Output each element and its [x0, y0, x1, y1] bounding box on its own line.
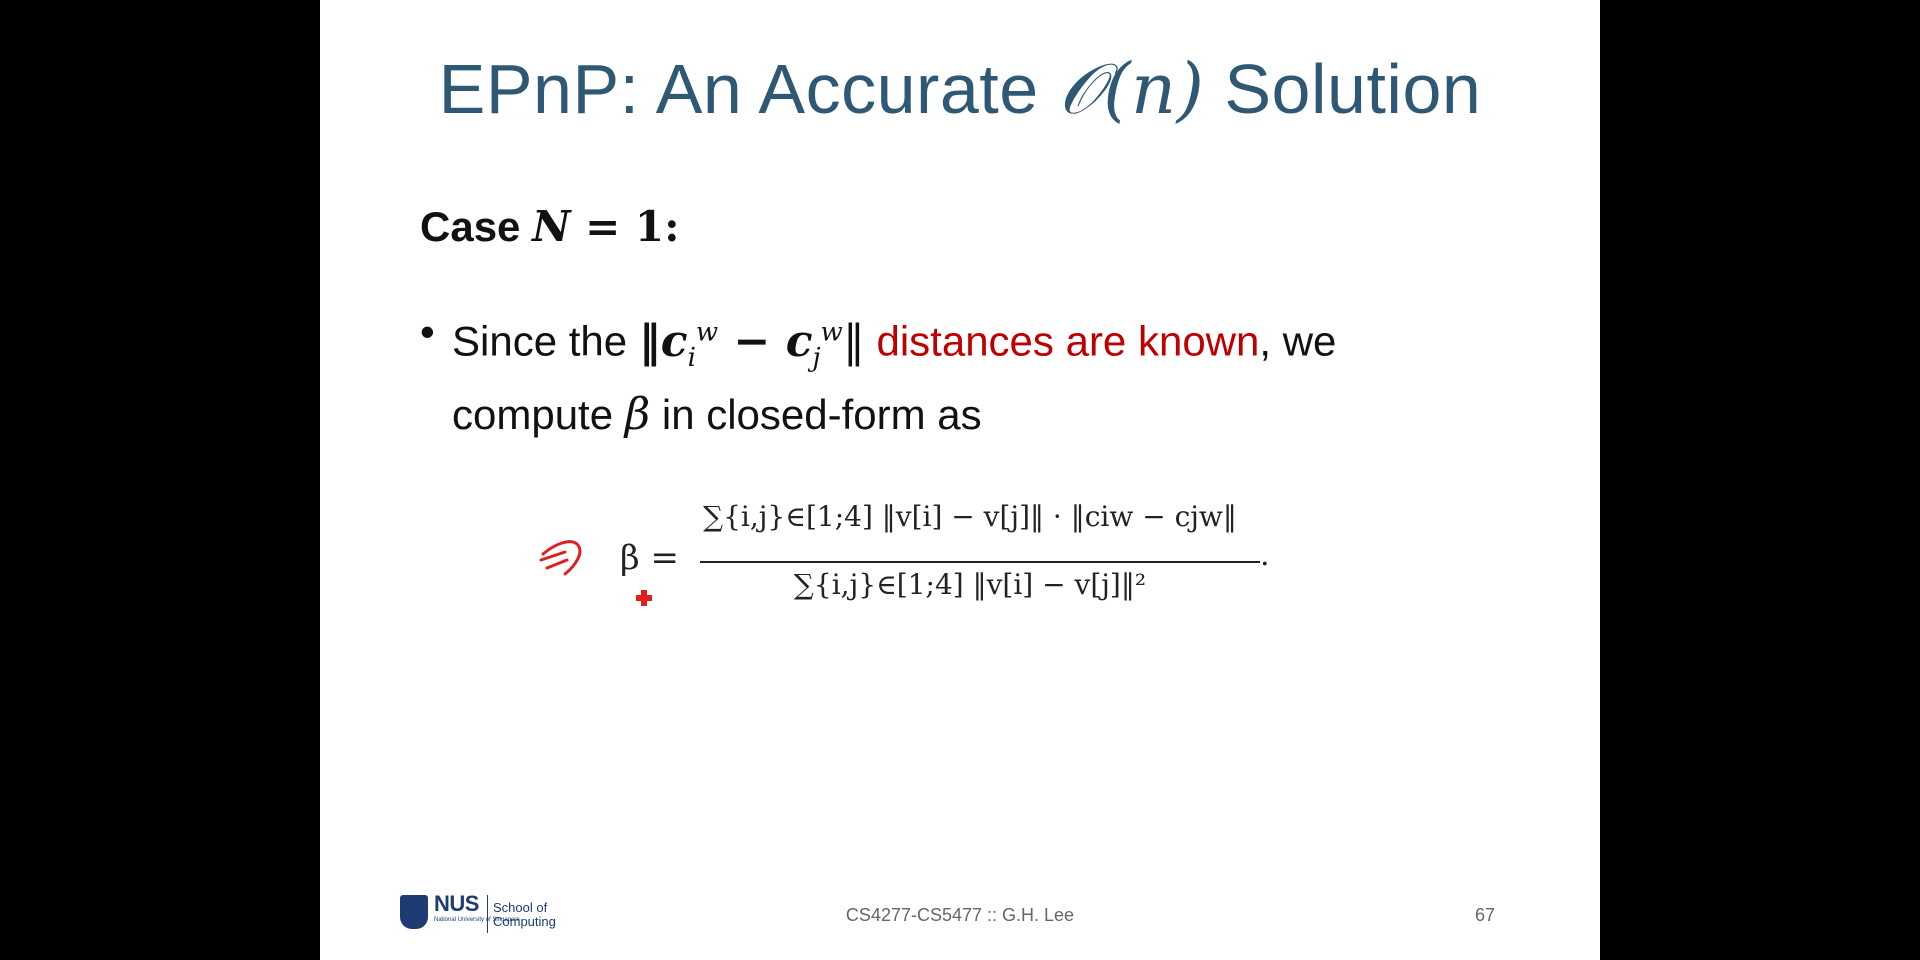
case-math-rest: = 1: [570, 202, 680, 251]
title-math: 𝒪(𝑛) [1058, 48, 1205, 130]
norm-sub-i: i [687, 342, 696, 373]
bullet-text-end: in closed-form as [650, 391, 982, 439]
case-label: Case [420, 203, 533, 250]
beta-symbol: β [624, 389, 651, 441]
bullet-text-before: Since the [452, 317, 639, 365]
norm-sup-w1: w [695, 317, 719, 347]
title-suffix: Solution [1204, 50, 1482, 128]
formula-period: . [1260, 538, 1270, 573]
slide: EPnP: An Accurate 𝒪(𝑛) Solution Case N =… [320, 0, 1600, 960]
bullet-dot: • [420, 308, 435, 355]
title-prefix: EPnP: An Accurate [438, 50, 1059, 128]
formula-denominator: ∑{i,j}∈[1;4] ‖v[i] − v[j]‖² [793, 568, 1147, 601]
norm-open: ‖c [638, 315, 688, 367]
fraction-bar [700, 561, 1260, 563]
red-cross-cursor-icon [636, 590, 652, 606]
beta-formula: β = ∑{i,j}∈[1;4] ‖v[i] − v[j]‖ · ‖ciw − … [620, 500, 1320, 640]
red-hand-drawn-arrow-icon [539, 540, 582, 576]
highlight-text: distances are known [876, 317, 1260, 365]
norm-sup-w2: w [820, 317, 843, 347]
slide-title: EPnP: An Accurate 𝒪(𝑛) Solution [320, 48, 1600, 131]
formula-numerator: ∑{i,j}∈[1;4] ‖v[i] − v[j]‖ · ‖ciw − cjw‖ [703, 500, 1237, 533]
norm-minus: − c [718, 315, 813, 367]
case-math: N = 1: [532, 202, 680, 251]
norm-sub-j: j [812, 342, 821, 373]
formula-lhs: β = [620, 538, 679, 578]
norm-expression: ‖ciw − cjw‖ [638, 315, 865, 373]
norm-close: ‖ [842, 315, 865, 367]
footer-course: CS4277-CS5477 :: G.H. Lee [845, 905, 1075, 925]
page-number: 67 [1475, 905, 1496, 925]
bullet-text: Since the ‖ciw − cjw‖ distances are know… [452, 303, 1492, 444]
case-heading: Case N = 1: [420, 202, 680, 251]
case-math-var: N [532, 202, 571, 251]
